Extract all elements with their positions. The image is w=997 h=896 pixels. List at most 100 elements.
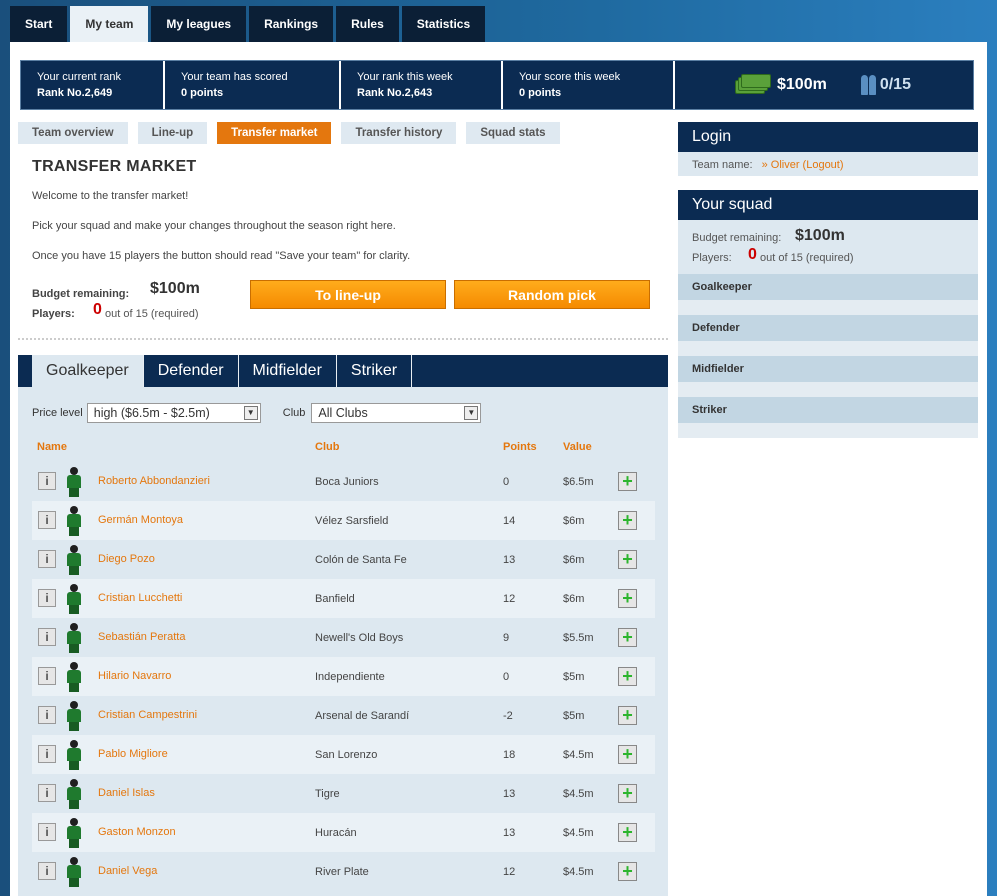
info-icon[interactable]: i <box>38 472 56 490</box>
nav-tab-start[interactable]: Start <box>10 6 68 42</box>
player-name-link[interactable]: Roberto Abbondanzieri <box>98 475 210 487</box>
club-select[interactable]: All Clubs ▼ <box>311 403 482 423</box>
add-player-icon[interactable]: + <box>618 784 637 803</box>
player-name-link[interactable]: Pablo Migliore <box>98 748 168 760</box>
player-name-link[interactable]: Cristian Campestrini <box>98 709 197 721</box>
info-icon[interactable]: i <box>38 745 56 763</box>
player-name-link[interactable]: Diego Pozo <box>98 553 155 565</box>
player-club: Independiente <box>315 671 385 683</box>
chevron-down-icon: ▼ <box>464 406 479 420</box>
player-points: 12 <box>503 866 516 878</box>
subtab-team-overview[interactable]: Team overview <box>18 122 128 144</box>
info-icon[interactable]: i <box>38 589 56 607</box>
player-shirt-icon <box>66 779 82 809</box>
add-player-icon[interactable]: + <box>618 667 637 686</box>
player-name-link[interactable]: Germán Montoya <box>98 514 183 526</box>
table-row: i Daniel Vega River Plate 12 $4.5m + <box>32 852 655 891</box>
col-points[interactable]: Points <box>503 441 537 453</box>
divider <box>18 338 668 340</box>
price-level-select[interactable]: high ($6.5m - $2.5m) ▼ <box>86 403 261 423</box>
add-player-icon[interactable]: + <box>618 589 637 608</box>
subtab-transfer-history[interactable]: Transfer history <box>341 122 457 144</box>
team-scored-cell: Your team has scored 0 points <box>165 61 341 109</box>
player-name-link[interactable]: Cristian Lucchetti <box>98 592 182 604</box>
logout-link[interactable]: » Oliver (Logout) <box>762 159 844 171</box>
player-points: 13 <box>503 788 516 800</box>
tab-goalkeeper[interactable]: Goalkeeper <box>32 355 144 387</box>
tab-defender[interactable]: Defender <box>144 355 239 387</box>
player-club: Boca Juniors <box>315 476 379 488</box>
nav-tab-my-team[interactable]: My team <box>70 6 149 42</box>
player-name-link[interactable]: Daniel Vega <box>98 865 157 877</box>
add-player-icon[interactable]: + <box>618 745 637 764</box>
squad-budget-value: $100m <box>795 227 845 244</box>
squad-group-defender: Defender <box>678 315 978 341</box>
nav-tab-rules[interactable]: Rules <box>336 6 399 42</box>
club-label: Club <box>282 407 306 419</box>
player-points: 13 <box>503 827 516 839</box>
info-icon[interactable]: i <box>38 511 56 529</box>
budget-value: $100m <box>150 280 200 297</box>
squad-players-required: out of 15 (required) <box>760 252 854 264</box>
squad-slot-defender <box>678 341 978 356</box>
table-row: i Sebastián Peratta Newell's Old Boys 9 $5.5… <box>32 618 655 657</box>
player-name-link[interactable]: Daniel Islas <box>98 787 155 799</box>
nav-tab-rankings[interactable]: Rankings <box>249 6 334 42</box>
info-icon[interactable]: i <box>38 784 56 802</box>
player-club: Banfield <box>315 593 355 605</box>
col-club[interactable]: Club <box>315 441 339 453</box>
nav-tab-statistics[interactable]: Statistics <box>401 6 486 42</box>
week-rank-value: Rank No.2,643 <box>357 87 433 99</box>
squad-slot-midfielder <box>678 382 978 397</box>
col-name[interactable]: Name <box>37 441 67 453</box>
random-pick-button[interactable]: Random pick <box>454 280 650 309</box>
add-player-icon[interactable]: + <box>618 511 637 530</box>
squad-group-striker: Striker <box>678 397 978 423</box>
info-icon[interactable]: i <box>38 823 56 841</box>
current-rank-value: Rank No.2,649 <box>37 87 113 99</box>
add-player-icon[interactable]: + <box>618 862 637 881</box>
subtab-line-up[interactable]: Line-up <box>137 122 208 144</box>
col-value[interactable]: Value <box>563 441 592 453</box>
player-shirt-icon <box>66 623 82 653</box>
squad-group-midfielder: Midfielder <box>678 356 978 382</box>
squad-title: Your squad <box>678 190 978 220</box>
add-player-icon[interactable]: + <box>618 472 637 491</box>
add-player-icon[interactable]: + <box>618 706 637 725</box>
player-club: San Lorenzo <box>315 749 378 761</box>
player-shirt-icon <box>66 818 82 848</box>
info-icon[interactable]: i <box>38 550 56 568</box>
week-score-label: Your score this week <box>519 71 621 83</box>
subtab-squad-stats[interactable]: Squad stats <box>466 122 560 144</box>
budget-summary: Budget remaining: $100m Players: 0 out o… <box>32 280 672 340</box>
player-value: $4.5m <box>563 866 594 878</box>
add-player-icon[interactable]: + <box>618 823 637 842</box>
price-level-value: high ($6.5m - $2.5m) <box>93 406 210 420</box>
player-club: Colón de Santa Fe <box>315 554 407 566</box>
nav-tab-my-leagues[interactable]: My leagues <box>151 6 247 42</box>
player-points: 12 <box>503 593 516 605</box>
players-required: out of 15 (required) <box>105 308 199 320</box>
players-icon <box>860 75 876 95</box>
page-title: TRANSFER MARKET <box>32 158 197 175</box>
subtab-transfer-market[interactable]: Transfer market <box>217 122 332 144</box>
info-icon[interactable]: i <box>38 706 56 724</box>
squad-summary: Budget remaining: $100m Players: 0 out o… <box>678 220 978 274</box>
info-icon[interactable]: i <box>38 628 56 646</box>
add-player-icon[interactable]: + <box>618 550 637 569</box>
add-player-icon[interactable]: + <box>618 628 637 647</box>
player-value: $5.5m <box>563 632 594 644</box>
players-label: Players: <box>32 308 75 320</box>
squad-slot-striker <box>678 423 978 438</box>
player-list: i Roberto Abbondanzieri Boca Juniors 0 $6.5m… <box>32 462 655 891</box>
player-name-link[interactable]: Gaston Monzon <box>98 826 176 838</box>
tab-midfielder[interactable]: Midfielder <box>239 355 337 387</box>
player-name-link[interactable]: Sebastián Peratta <box>98 631 185 643</box>
info-icon[interactable]: i <box>38 862 56 880</box>
to-lineup-button[interactable]: To line-up <box>250 280 446 309</box>
table-row: i Cristian Campestrini Arsenal de Sarandí -… <box>32 696 655 735</box>
player-name-link[interactable]: Hilario Navarro <box>98 670 171 682</box>
player-club: Tigre <box>315 788 340 800</box>
info-icon[interactable]: i <box>38 667 56 685</box>
tab-striker[interactable]: Striker <box>337 355 413 387</box>
